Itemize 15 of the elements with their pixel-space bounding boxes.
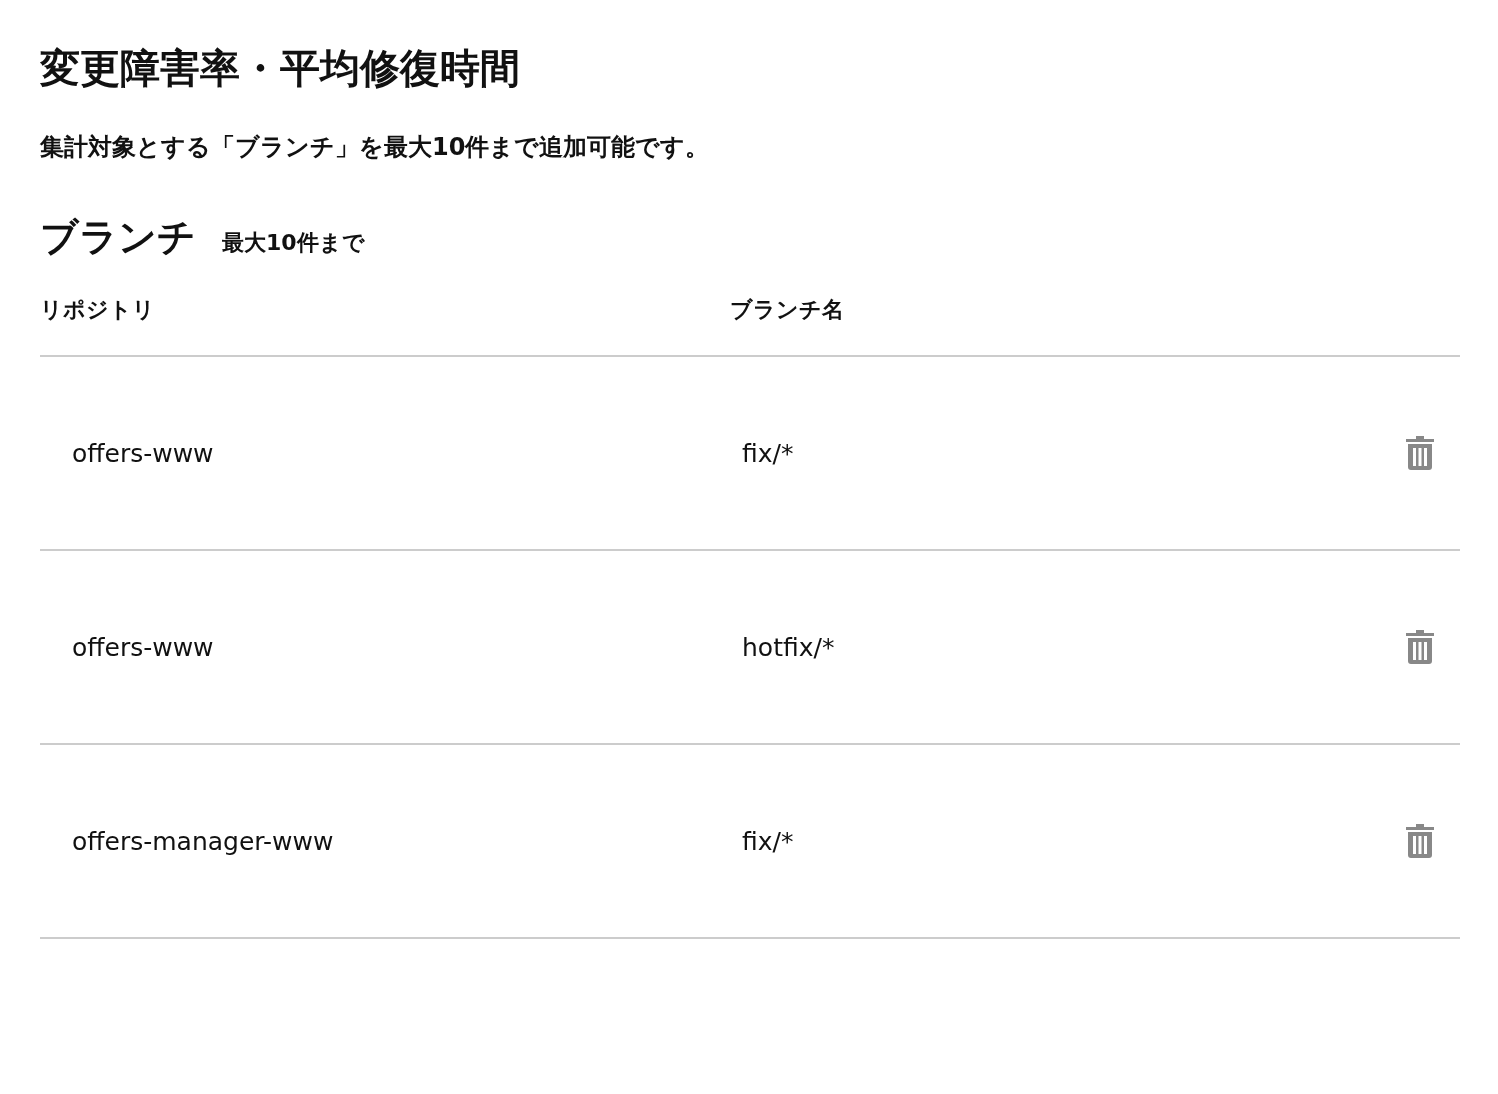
branch-name: hotfix/* [741,632,836,662]
delete-icon[interactable] [1406,436,1434,470]
section-heading: ブランチ [40,214,196,261]
column-header: ブランチ名 [730,296,845,324]
page-title: 変更障害率・平均修復時間 [40,44,521,93]
repository-name: offers-www [71,438,215,468]
delete-icon[interactable] [1406,824,1434,858]
branch-name: fix/* [741,438,795,468]
branch-name: fix/* [741,826,795,856]
limit-note: 最大10件まで [222,229,365,257]
repository-name: offers-www [71,632,215,662]
repository-name: offers-manager-www [71,826,335,856]
delete-icon[interactable] [1406,630,1434,664]
description-text: 集計対象とする「ブランチ」を最大10件まで追加可能です。 [40,132,711,163]
column-header: リポジトリ [40,296,156,324]
